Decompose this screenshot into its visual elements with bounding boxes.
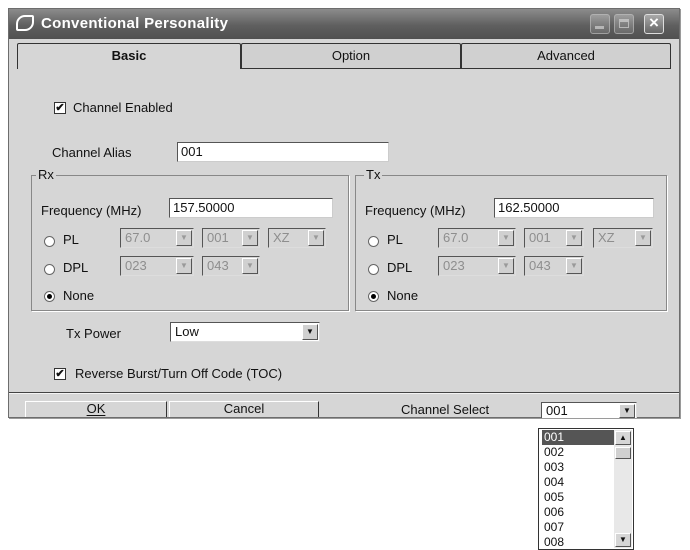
footer-divider-highlight <box>9 393 679 394</box>
chevron-down-icon: ▼ <box>176 258 192 274</box>
tx-dpl-code-dropdown: 023 ▼ <box>438 256 516 276</box>
tx-pl-label: PL <box>387 232 403 247</box>
rx-pl-index-dropdown: 001 ▼ <box>202 228 260 248</box>
rx-pl-label: PL <box>63 232 79 247</box>
tx-frequency-label: Frequency (MHz) <box>365 203 466 218</box>
app-icon <box>16 15 34 31</box>
tx-dpl-label: DPL <box>387 260 413 275</box>
chevron-down-icon[interactable]: ▼ <box>619 404 635 418</box>
tx-pl-code-value: 67.0 <box>443 230 469 245</box>
scrollbar-thumb[interactable] <box>615 447 631 459</box>
tx-none-radio[interactable] <box>368 291 379 302</box>
rx-group-label: Rx <box>36 167 56 182</box>
tab-advanced[interactable]: Advanced <box>461 43 671 68</box>
minimize-icon <box>595 26 604 29</box>
channel-enabled-label: Channel Enabled <box>73 100 173 115</box>
tx-group-label: Tx <box>364 167 383 182</box>
rx-none-radio[interactable] <box>44 291 55 302</box>
ok-button[interactable]: OK <box>25 401 167 417</box>
tx-pl-index-dropdown: 001 ▼ <box>524 228 584 248</box>
tab-basic[interactable]: Basic <box>17 43 241 69</box>
chevron-down-icon: ▼ <box>308 230 324 246</box>
channel-alias-input[interactable]: 001 <box>177 142 389 162</box>
chevron-down-icon: ▼ <box>176 230 192 246</box>
channel-enabled-checkbox[interactable]: ✔ <box>54 102 66 114</box>
tx-pl-index-value: 001 <box>529 230 551 245</box>
list-item[interactable]: 002 <box>542 445 616 460</box>
rx-pl-xz-value: XZ <box>273 230 290 245</box>
list-item[interactable]: 001 <box>542 430 616 445</box>
rx-dpl-code-dropdown: 023 ▼ <box>120 256 194 276</box>
chevron-down-icon: ▼ <box>635 230 651 246</box>
chevron-down-icon: ▼ <box>498 258 514 274</box>
list-item[interactable]: 003 <box>542 460 616 475</box>
conventional-personality-dialog: Conventional Personality × Basic Option … <box>8 8 680 418</box>
rx-dpl-label: DPL <box>63 260 89 275</box>
minimize-button[interactable] <box>590 14 610 34</box>
rx-pl-index-value: 001 <box>207 230 229 245</box>
tx-power-label: Tx Power <box>66 326 121 341</box>
rx-none-label: None <box>63 288 95 303</box>
rx-dpl-code-value: 023 <box>125 258 147 273</box>
tx-power-dropdown[interactable]: Low ▼ <box>170 322 320 342</box>
rx-frequency-input[interactable]: 157.50000 <box>169 198 333 218</box>
rx-pl-xz-dropdown: XZ ▼ <box>268 228 326 248</box>
chevron-down-icon: ▼ <box>498 230 514 246</box>
channel-select-list[interactable]: 001 002 003 004 005 006 007 008 ▲ ▼ <box>538 428 634 550</box>
list-item[interactable]: 008 <box>542 535 616 550</box>
rx-dpl-index-dropdown: 043 ▼ <box>202 256 260 276</box>
list-item[interactable]: 006 <box>542 505 616 520</box>
chevron-down-icon: ▼ <box>242 230 258 246</box>
rx-dpl-index-value: 043 <box>207 258 229 273</box>
tab-divider <box>241 68 671 69</box>
tx-dpl-radio[interactable] <box>368 264 379 275</box>
reverse-burst-checkbox[interactable]: ✔ <box>54 368 66 380</box>
tx-frequency-input[interactable]: 162.50000 <box>494 198 654 218</box>
rx-pl-radio[interactable] <box>44 236 55 247</box>
channel-select-label: Channel Select <box>401 402 490 417</box>
close-icon: × <box>649 13 659 32</box>
chevron-down-icon[interactable]: ▼ <box>302 324 318 340</box>
tx-pl-radio[interactable] <box>368 236 379 247</box>
maximize-button[interactable] <box>614 14 634 34</box>
maximize-icon <box>619 19 629 28</box>
tx-dpl-code-value: 023 <box>443 258 465 273</box>
chevron-down-icon: ▼ <box>566 230 582 246</box>
tx-dpl-index-value: 043 <box>529 258 551 273</box>
tx-pl-xz-dropdown: XZ ▼ <box>593 228 653 248</box>
chevron-down-icon: ▼ <box>242 258 258 274</box>
chevron-down-icon: ▼ <box>566 258 582 274</box>
window-title: Conventional Personality <box>41 15 229 32</box>
channel-alias-label: Channel Alias <box>52 145 132 160</box>
tab-option[interactable]: Option <box>241 43 461 68</box>
list-item[interactable]: 004 <box>542 475 616 490</box>
tx-power-value: Low <box>175 324 199 339</box>
tx-none-label: None <box>387 288 419 303</box>
tx-pl-xz-value: XZ <box>598 230 615 245</box>
list-scrollbar[interactable]: ▲ ▼ <box>614 430 632 548</box>
tx-dpl-index-dropdown: 043 ▼ <box>524 256 584 276</box>
rx-pl-code-dropdown: 67.0 ▼ <box>120 228 194 248</box>
ok-button-label: OK <box>86 401 106 416</box>
rx-pl-code-value: 67.0 <box>125 230 151 245</box>
list-item[interactable]: 005 <box>542 490 616 505</box>
rx-dpl-radio[interactable] <box>44 264 55 275</box>
scroll-up-icon[interactable]: ▲ <box>615 431 631 445</box>
channel-select-dropdown[interactable]: 001 ▼ <box>541 402 637 418</box>
list-item[interactable]: 007 <box>542 520 616 535</box>
tx-pl-code-dropdown: 67.0 ▼ <box>438 228 516 248</box>
cancel-button[interactable]: Cancel <box>169 401 319 417</box>
scroll-down-icon[interactable]: ▼ <box>615 533 631 547</box>
cancel-button-label: Cancel <box>223 401 265 416</box>
channel-select-value: 001 <box>546 403 568 418</box>
reverse-burst-label: Reverse Burst/Turn Off Code (TOC) <box>75 366 283 381</box>
rx-frequency-label: Frequency (MHz) <box>41 203 142 218</box>
title-bar[interactable]: Conventional Personality × <box>9 9 679 39</box>
close-button[interactable]: × <box>644 13 664 34</box>
